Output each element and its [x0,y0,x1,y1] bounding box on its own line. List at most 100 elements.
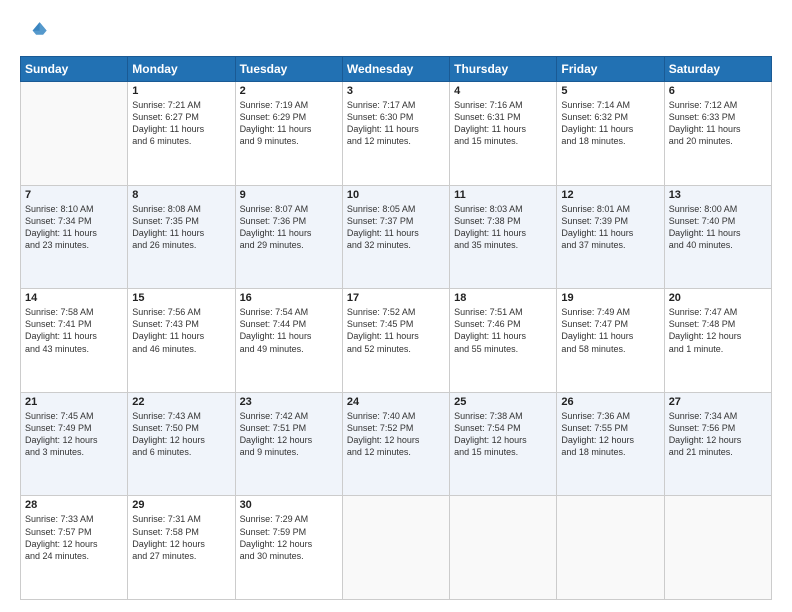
weekday-header-monday: Monday [128,57,235,82]
calendar-cell: 16 Sunrise: 7:54 AM Sunset: 7:44 PM Dayli… [235,289,342,393]
weekday-header-friday: Friday [557,57,664,82]
cell-content: Sunrise: 7:36 AM Sunset: 7:55 PM Dayligh… [561,410,659,459]
cell-content: Sunrise: 7:38 AM Sunset: 7:54 PM Dayligh… [454,410,552,459]
calendar-week-row: 28Sunrise: 7:33 AM Sunset: 7:57 PM Dayli… [21,496,772,600]
calendar-cell: 14 Sunrise: 7:58 AM Sunset: 7:41 PM Dayli… [21,289,128,393]
day-number: 18 [454,292,552,304]
calendar-cell: 26 Sunrise: 7:36 AM Sunset: 7:55 PM Dayli… [557,392,664,496]
cell-content: Sunrise: 8:08 AM Sunset: 7:35 PM Dayligh… [132,203,230,252]
cell-content: Sunrise: 7:40 AM Sunset: 7:52 PM Dayligh… [347,410,445,459]
cell-content: Sunrise: 8:07 AM Sunset: 7:36 PM Dayligh… [240,203,338,252]
calendar-cell: 13 Sunrise: 8:00 AM Sunset: 7:40 PM Dayli… [664,185,771,289]
day-number: 14 [25,292,123,304]
day-number: 19 [561,292,659,304]
day-number: 1 [132,85,230,97]
cell-content: Sunrise: 8:01 AM Sunset: 7:39 PM Dayligh… [561,203,659,252]
page: SundayMondayTuesdayWednesdayThursdayFrid… [0,0,792,612]
calendar-cell: 23 Sunrise: 7:42 AM Sunset: 7:51 PM Dayli… [235,392,342,496]
cell-content: Sunrise: 7:34 AM Sunset: 7:56 PM Dayligh… [669,410,767,459]
cell-content: Sunrise: 8:10 AM Sunset: 7:34 PM Dayligh… [25,203,123,252]
calendar-cell [342,496,449,600]
cell-content: Sunrise: 7:43 AM Sunset: 7:50 PM Dayligh… [132,410,230,459]
weekday-header-wednesday: Wednesday [342,57,449,82]
day-number: 13 [669,189,767,201]
calendar-cell: 18 Sunrise: 7:51 AM Sunset: 7:46 PM Dayli… [450,289,557,393]
cell-content: Sunrise: 7:12 AM Sunset: 6:33 PM Dayligh… [669,99,767,148]
calendar-cell [664,496,771,600]
calendar-cell: 6 Sunrise: 7:12 AM Sunset: 6:33 PM Daylig… [664,82,771,186]
cell-content: Sunrise: 7:54 AM Sunset: 7:44 PM Dayligh… [240,306,338,355]
calendar-cell [450,496,557,600]
day-number: 23 [240,396,338,408]
logo [20,18,52,46]
calendar-cell: 29Sunrise: 7:31 AM Sunset: 7:58 PM Dayli… [128,496,235,600]
day-number: 16 [240,292,338,304]
calendar-cell: 8 Sunrise: 8:08 AM Sunset: 7:35 PM Daylig… [128,185,235,289]
cell-content: Sunrise: 7:56 AM Sunset: 7:43 PM Dayligh… [132,306,230,355]
calendar-cell: 5Sunrise: 7:14 AM Sunset: 6:32 PM Daylig… [557,82,664,186]
day-number: 10 [347,189,445,201]
day-number: 25 [454,396,552,408]
cell-content: Sunrise: 7:16 AM Sunset: 6:31 PM Dayligh… [454,99,552,148]
cell-content: Sunrise: 7:49 AM Sunset: 7:47 PM Dayligh… [561,306,659,355]
cell-content: Sunrise: 7:21 AM Sunset: 6:27 PM Dayligh… [132,99,230,148]
day-number: 26 [561,396,659,408]
calendar-cell: 25 Sunrise: 7:38 AM Sunset: 7:54 PM Dayli… [450,392,557,496]
calendar-week-row: 14 Sunrise: 7:58 AM Sunset: 7:41 PM Dayli… [21,289,772,393]
cell-content: Sunrise: 8:00 AM Sunset: 7:40 PM Dayligh… [669,203,767,252]
day-number: 9 [240,189,338,201]
cell-content: Sunrise: 7:17 AM Sunset: 6:30 PM Dayligh… [347,99,445,148]
cell-content: Sunrise: 7:31 AM Sunset: 7:58 PM Dayligh… [132,513,230,562]
cell-content: Sunrise: 7:51 AM Sunset: 7:46 PM Dayligh… [454,306,552,355]
calendar-cell: 4Sunrise: 7:16 AM Sunset: 6:31 PM Daylig… [450,82,557,186]
day-number: 27 [669,396,767,408]
day-number: 3 [347,85,445,97]
cell-content: Sunrise: 7:42 AM Sunset: 7:51 PM Dayligh… [240,410,338,459]
calendar-week-row: 21 Sunrise: 7:45 AM Sunset: 7:49 PM Dayli… [21,392,772,496]
weekday-header-row: SundayMondayTuesdayWednesdayThursdayFrid… [21,57,772,82]
weekday-header-sunday: Sunday [21,57,128,82]
calendar-cell: 7Sunrise: 8:10 AM Sunset: 7:34 PM Daylig… [21,185,128,289]
calendar-cell: 28Sunrise: 7:33 AM Sunset: 7:57 PM Dayli… [21,496,128,600]
day-number: 28 [25,499,123,511]
calendar-cell: 10 Sunrise: 8:05 AM Sunset: 7:37 PM Dayli… [342,185,449,289]
calendar-cell: 21 Sunrise: 7:45 AM Sunset: 7:49 PM Dayli… [21,392,128,496]
calendar-cell: 30Sunrise: 7:29 AM Sunset: 7:59 PM Dayli… [235,496,342,600]
calendar-table: SundayMondayTuesdayWednesdayThursdayFrid… [20,56,772,600]
calendar-cell: 9 Sunrise: 8:07 AM Sunset: 7:36 PM Daylig… [235,185,342,289]
cell-content: Sunrise: 7:52 AM Sunset: 7:45 PM Dayligh… [347,306,445,355]
calendar-cell [21,82,128,186]
cell-content: Sunrise: 7:29 AM Sunset: 7:59 PM Dayligh… [240,513,338,562]
day-number: 21 [25,396,123,408]
calendar-cell: 11 Sunrise: 8:03 AM Sunset: 7:38 PM Dayli… [450,185,557,289]
cell-content: Sunrise: 7:47 AM Sunset: 7:48 PM Dayligh… [669,306,767,355]
day-number: 2 [240,85,338,97]
weekday-header-tuesday: Tuesday [235,57,342,82]
cell-content: Sunrise: 7:19 AM Sunset: 6:29 PM Dayligh… [240,99,338,148]
weekday-header-thursday: Thursday [450,57,557,82]
day-number: 8 [132,189,230,201]
cell-content: Sunrise: 8:03 AM Sunset: 7:38 PM Dayligh… [454,203,552,252]
calendar-cell: 19 Sunrise: 7:49 AM Sunset: 7:47 PM Dayli… [557,289,664,393]
cell-content: Sunrise: 8:05 AM Sunset: 7:37 PM Dayligh… [347,203,445,252]
calendar-cell: 27 Sunrise: 7:34 AM Sunset: 7:56 PM Dayli… [664,392,771,496]
calendar-cell: 20 Sunrise: 7:47 AM Sunset: 7:48 PM Dayli… [664,289,771,393]
day-number: 24 [347,396,445,408]
cell-content: Sunrise: 7:58 AM Sunset: 7:41 PM Dayligh… [25,306,123,355]
calendar-cell: 24 Sunrise: 7:40 AM Sunset: 7:52 PM Dayli… [342,392,449,496]
calendar-cell: 12 Sunrise: 8:01 AM Sunset: 7:39 PM Dayli… [557,185,664,289]
day-number: 20 [669,292,767,304]
day-number: 22 [132,396,230,408]
logo-icon [20,18,48,46]
day-number: 11 [454,189,552,201]
calendar-week-row: 1 Sunrise: 7:21 AM Sunset: 6:27 PM Daylig… [21,82,772,186]
day-number: 5 [561,85,659,97]
day-number: 17 [347,292,445,304]
day-number: 15 [132,292,230,304]
calendar-cell: 15 Sunrise: 7:56 AM Sunset: 7:43 PM Dayli… [128,289,235,393]
day-number: 12 [561,189,659,201]
calendar-cell: 2 Sunrise: 7:19 AM Sunset: 6:29 PM Daylig… [235,82,342,186]
day-number: 6 [669,85,767,97]
header [20,18,772,46]
cell-content: Sunrise: 7:45 AM Sunset: 7:49 PM Dayligh… [25,410,123,459]
